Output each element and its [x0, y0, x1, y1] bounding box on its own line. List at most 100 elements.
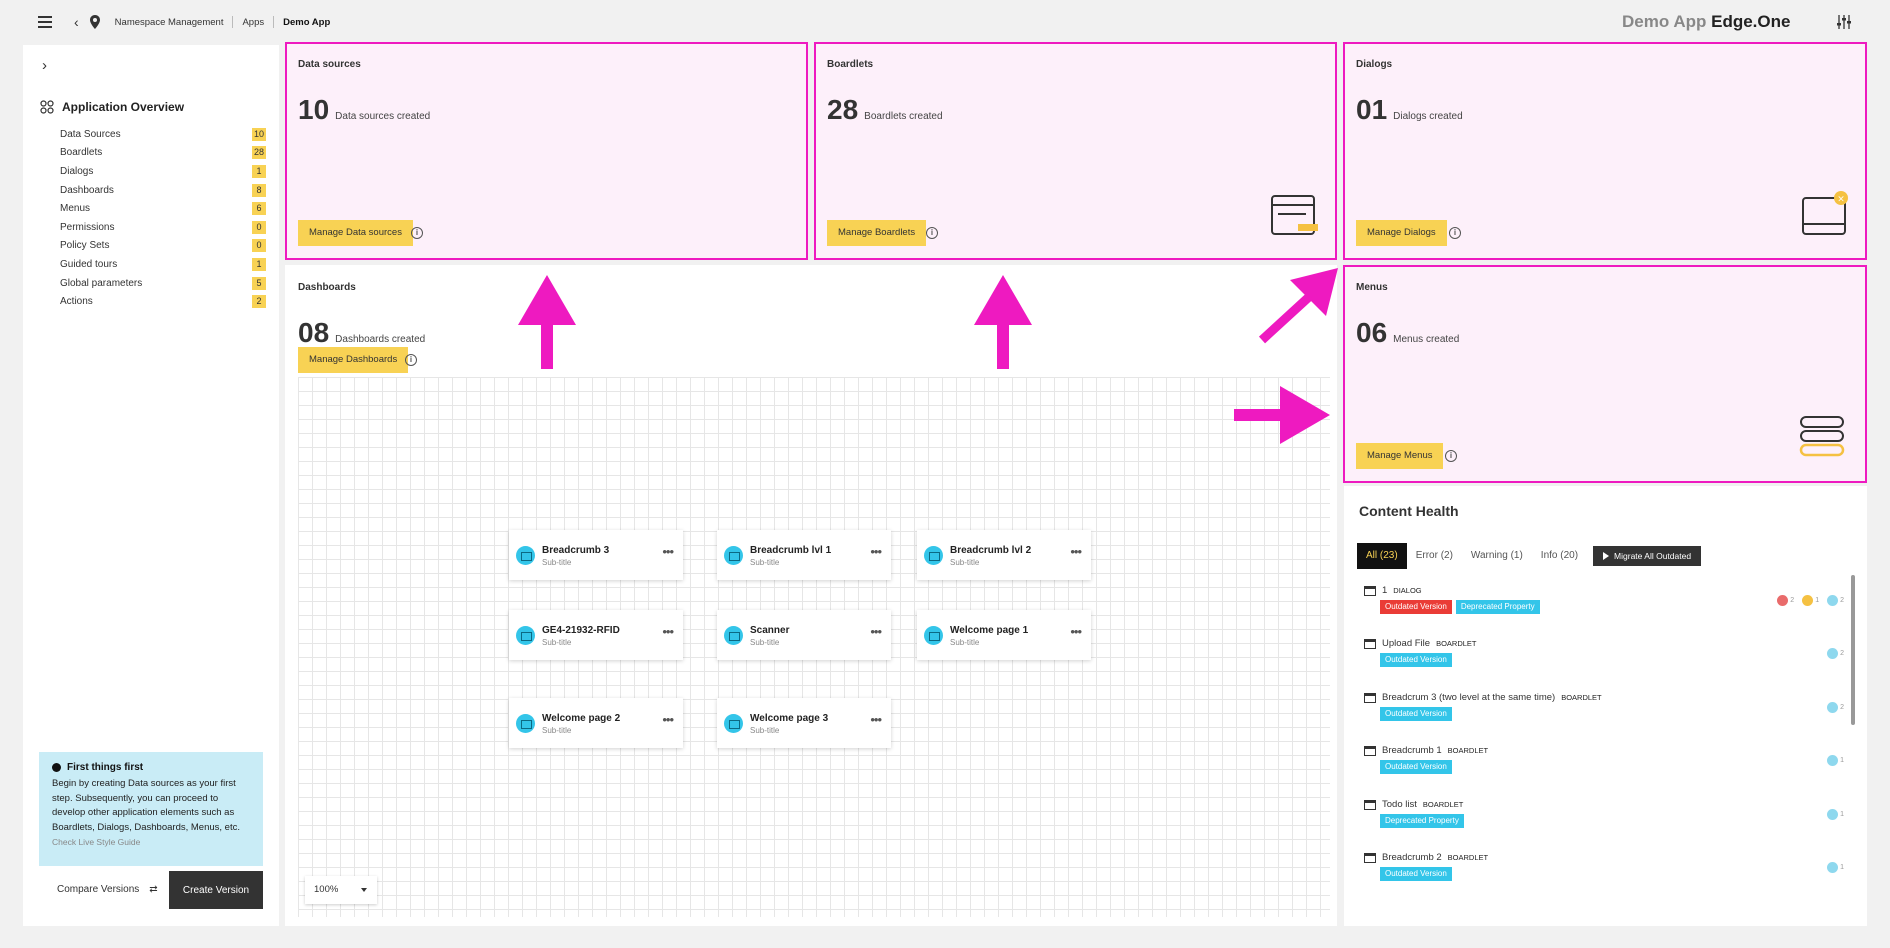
info-icon	[1827, 648, 1839, 659]
dashboard-tile[interactable]: Welcome page 1 Sub-title •••	[917, 610, 1091, 660]
more-icon[interactable]: •••	[1070, 624, 1082, 639]
info-count: 2	[1827, 702, 1844, 713]
info-icon[interactable]: i	[1445, 450, 1457, 462]
count-value: 2	[1790, 597, 1795, 604]
style-guide-link[interactable]: Check Live Style Guide	[52, 837, 250, 847]
sidebar-item-menus[interactable]: Menus 6	[60, 199, 266, 218]
manage-menus-button[interactable]: Manage Menus	[1356, 443, 1444, 469]
info-icon[interactable]: i	[926, 227, 938, 239]
list-item[interactable]: 1 DIALOG Outdated Version Deprecated Prope…	[1364, 585, 1844, 614]
dialogs-card: Dialogs 01 Dialogs created Manage Dialogs…	[1343, 42, 1867, 260]
sidebar-item-label: Permissions	[60, 221, 115, 233]
list-item[interactable]: Breadcrumb 1 BOARDLET Outdated Version 1	[1364, 745, 1844, 774]
info-icon	[1827, 862, 1839, 873]
top-bar: ‹ Namespace Management Apps Demo App	[0, 0, 1890, 44]
sidebar-item-permissions[interactable]: Permissions 0	[60, 218, 266, 237]
scrollbar[interactable]	[1851, 575, 1855, 725]
dashboard-tile[interactable]: Breadcrumb 3 Sub-title •••	[509, 530, 683, 580]
count-badge: 0	[252, 220, 266, 234]
more-icon[interactable]: •••	[870, 624, 882, 639]
breadcrumb-namespace[interactable]: Namespace Management	[115, 17, 224, 28]
manage-data-sources-button[interactable]: Manage Data sources	[298, 220, 413, 246]
dashboard-canvas[interactable]: Breadcrumb 3 Sub-title ••• Breadcrumb lvl …	[298, 377, 1330, 917]
list-item[interactable]: Breadcrumb 2 BOARDLET Outdated Version 1	[1364, 852, 1844, 881]
arrow-up-icon	[518, 275, 576, 369]
info-icon[interactable]: i	[405, 354, 417, 366]
dashboard-icon	[724, 546, 743, 565]
sidebar-item-data-sources[interactable]: Data Sources 10	[60, 125, 266, 144]
item-type: BOARDLET	[1447, 853, 1489, 862]
manage-dialogs-button[interactable]: Manage Dialogs	[1356, 220, 1447, 246]
sidebar-item-label: Data Sources	[60, 128, 121, 140]
tile-name: GE4-21932-RFID	[542, 625, 620, 636]
info-icon[interactable]: i	[1449, 227, 1461, 239]
dashboard-tile[interactable]: Scanner Sub-title •••	[717, 610, 891, 660]
sliders-icon[interactable]	[1836, 14, 1852, 30]
more-icon[interactable]: •••	[870, 712, 882, 727]
card-number: 01	[1356, 94, 1388, 125]
zoom-select[interactable]: 100%	[305, 876, 377, 904]
dashboard-tile[interactable]: Welcome page 3 Sub-title •••	[717, 698, 891, 748]
card-description: Data sources created	[335, 111, 431, 122]
play-icon	[1603, 552, 1610, 560]
more-icon[interactable]: •••	[870, 544, 882, 559]
tab-info[interactable]: Info (20)	[1532, 543, 1587, 569]
sidebar-item-dashboards[interactable]: Dashboards 8	[60, 181, 266, 200]
dialog-icon: ×	[1802, 191, 1848, 235]
list-item[interactable]: Todo list BOARDLET Deprecated Property 1	[1364, 799, 1844, 828]
dashboard-tile[interactable]: Welcome page 2 Sub-title •••	[509, 698, 683, 748]
sidebar-item-global-parameters[interactable]: Global parameters 5	[60, 274, 266, 293]
tile-subtitle: Sub-title	[750, 638, 780, 647]
more-icon[interactable]: •••	[662, 544, 674, 559]
count-value: 1	[1840, 811, 1844, 818]
tab-all[interactable]: All (23)	[1357, 543, 1407, 569]
manage-dashboards-button[interactable]: Manage Dashboards	[298, 347, 409, 373]
menu-icon[interactable]	[38, 16, 52, 28]
chevron-right-icon[interactable]: ›	[42, 57, 47, 74]
item-type: BOARDLET	[1436, 639, 1477, 648]
item-name: Todo list	[1382, 799, 1417, 810]
compare-versions-button[interactable]: Compare Versions ⇄	[57, 884, 158, 895]
sidebar-item-actions[interactable]: Actions 2	[60, 292, 266, 311]
migrate-all-button[interactable]: Migrate All Outdated	[1593, 546, 1702, 566]
sidebar-item-dialogs[interactable]: Dialogs 1	[60, 162, 266, 181]
data-sources-card: Data sources 10 Data sources created Mana…	[285, 42, 808, 260]
manage-boardlets-button[interactable]: Manage Boardlets	[827, 220, 927, 246]
warning-count: 1	[1802, 595, 1819, 606]
count-badge: 28	[251, 146, 266, 160]
sidebar-item-policy-sets[interactable]: Policy Sets 0	[60, 237, 266, 256]
card-number: 28	[827, 94, 859, 125]
info-icon[interactable]: i	[411, 227, 423, 239]
card-description: Boardlets created	[864, 111, 943, 122]
menus-card: Menus 06 Menus created Manage Menus i	[1343, 265, 1867, 483]
more-icon[interactable]: •••	[662, 712, 674, 727]
more-icon[interactable]: •••	[1070, 544, 1082, 559]
application-overview-header[interactable]: Application Overview	[40, 100, 184, 114]
dashboard-tile[interactable]: GE4-21932-RFID Sub-title •••	[509, 610, 683, 660]
sidebar-item-boardlets[interactable]: Boardlets 28	[60, 144, 266, 163]
list-item[interactable]: Upload File BOARDLET Outdated Version 2	[1364, 638, 1844, 667]
dashboard-icon	[516, 546, 535, 565]
more-icon[interactable]: •••	[662, 624, 674, 639]
dashboard-icon	[924, 626, 943, 645]
migrate-label: Migrate All Outdated	[1614, 551, 1692, 561]
create-version-button[interactable]: Create Version	[169, 871, 263, 909]
tab-error[interactable]: Error (2)	[1407, 543, 1462, 569]
item-name: Breadcrum 3 (two level at the same time)	[1382, 692, 1556, 703]
sidebar-item-guided-tours[interactable]: Guided tours 1	[60, 255, 266, 274]
dashboard-tile[interactable]: Breadcrumb lvl 1 Sub-title •••	[717, 530, 891, 580]
breadcrumb-apps[interactable]: Apps	[242, 17, 264, 28]
chevron-left-icon[interactable]: ‹	[74, 14, 79, 30]
sidebar-item-label: Global parameters	[60, 277, 143, 289]
sidebar-item-label: Dashboards	[60, 184, 114, 196]
application-overview-title: Application Overview	[62, 100, 185, 114]
sidebar: › Application Overview Data Sources 10 Bo…	[23, 45, 279, 926]
count-badge: 5	[252, 276, 266, 290]
menu-stack-icon	[1799, 416, 1845, 457]
list-item[interactable]: Breadcrum 3 (two level at the same time)…	[1364, 692, 1844, 721]
boardlet-icon	[1364, 692, 1376, 703]
item-type: BOARDLET	[1561, 693, 1602, 702]
dashboard-tile[interactable]: Breadcrumb lvl 2 Sub-title •••	[917, 530, 1091, 580]
count-value: 1	[1840, 757, 1844, 764]
tab-warning[interactable]: Warning (1)	[1462, 543, 1532, 569]
